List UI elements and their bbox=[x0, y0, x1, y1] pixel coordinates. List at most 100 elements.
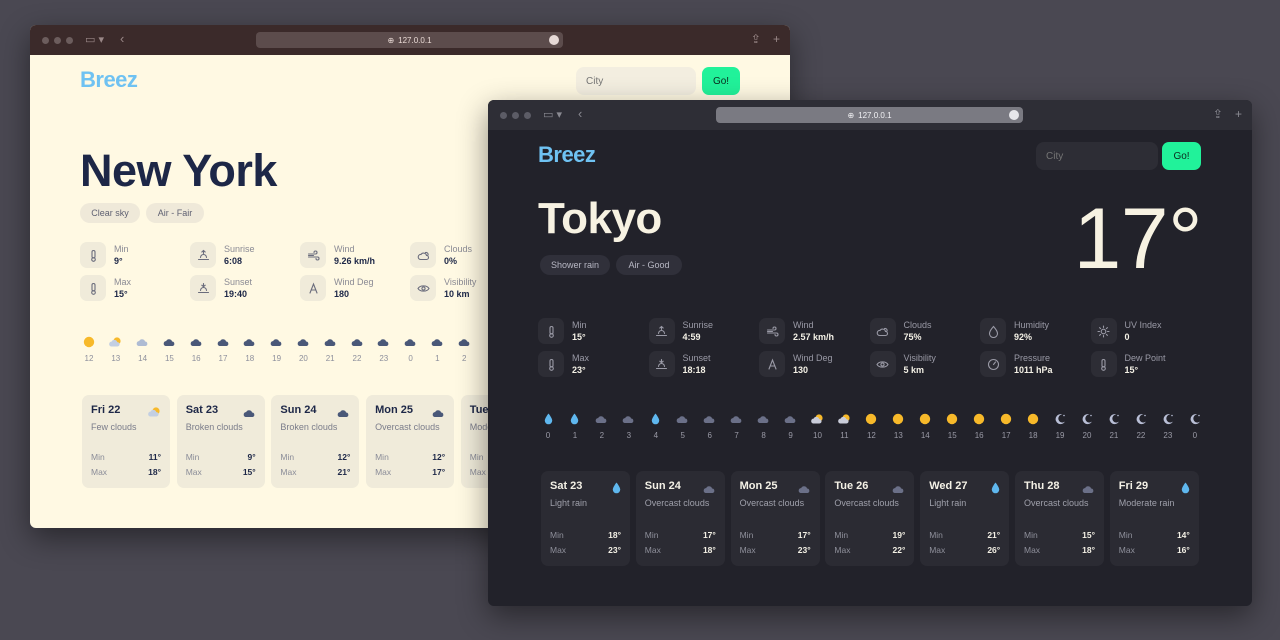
hourly-item: 14 bbox=[915, 413, 935, 440]
hour-label: 14 bbox=[920, 431, 930, 440]
hourly-item: 13 bbox=[888, 413, 908, 440]
daily-card[interactable]: Mon 25 Overcast clouds Min 12° Max 17° bbox=[366, 395, 455, 488]
sidebar-toggle-icon[interactable]: ▭ ▾ bbox=[85, 33, 104, 46]
sun-icon bbox=[969, 413, 989, 425]
minimize-dot[interactable] bbox=[54, 36, 61, 44]
stat-wind-deg: Wind Deg 130 bbox=[759, 351, 833, 377]
day-description: Overcast clouds bbox=[739, 498, 805, 508]
stat-value: 9.26 km/h bbox=[334, 256, 376, 266]
min-label: Min bbox=[929, 530, 943, 540]
city-input[interactable] bbox=[1036, 142, 1158, 170]
hour-label: 17 bbox=[1001, 431, 1011, 440]
window-controls[interactable] bbox=[42, 36, 73, 44]
daily-card[interactable]: Sun 24 Broken clouds Min 12° Max 21° bbox=[271, 395, 360, 488]
daily-card[interactable]: Sat 23 Light rain Min 18° Max 23° bbox=[541, 471, 630, 566]
minimize-dot[interactable] bbox=[512, 111, 519, 119]
city-name: Tokyo bbox=[538, 194, 662, 243]
share-icon[interactable]: ⇪ bbox=[1213, 107, 1223, 121]
zoom-dot[interactable] bbox=[66, 36, 73, 44]
cloud-icon bbox=[703, 481, 716, 499]
cloud-icon bbox=[727, 413, 747, 425]
new-tab-icon[interactable]: + bbox=[773, 32, 780, 46]
go-button[interactable]: Go! bbox=[702, 67, 740, 95]
stat-label: Sunset bbox=[224, 277, 253, 287]
stat-wind-deg: Wind Deg 180 bbox=[300, 275, 374, 301]
browser-toolbar: ▭ ▾ ‹ ⊕ 127.0.0.1 ⇪ + bbox=[488, 100, 1252, 130]
daily-card[interactable]: Mon 25 Overcast clouds Min 17° Max 23° bbox=[730, 471, 820, 566]
stat-label: UV Index bbox=[1124, 320, 1162, 330]
thermometer-icon bbox=[538, 318, 564, 344]
city-input[interactable] bbox=[576, 67, 696, 95]
back-icon[interactable]: ‹ bbox=[120, 31, 124, 46]
max-label: Max bbox=[469, 467, 486, 477]
sun-icon bbox=[915, 413, 935, 425]
stat-pressure: Pressure 1011 hPa bbox=[980, 351, 1053, 377]
hour-label: 17 bbox=[218, 354, 228, 363]
max-label: Max bbox=[1024, 545, 1041, 555]
hourly-item: 22 bbox=[1131, 413, 1151, 440]
daily-card[interactable]: Thu 28 Overcast clouds Min 15° Max 18° bbox=[1015, 471, 1104, 566]
stat-wind: Wind 2.57 km/h bbox=[759, 318, 834, 344]
daily-card[interactable]: Sun 24 Overcast clouds Min 17° Max 18° bbox=[635, 471, 725, 566]
max-label: Max bbox=[644, 545, 661, 555]
hour-label: 2 bbox=[599, 431, 605, 440]
min-temp: 21° bbox=[987, 530, 1001, 540]
max-label: Max bbox=[91, 467, 108, 477]
hour-label: 19 bbox=[272, 354, 282, 363]
stat-sunrise: Sunrise 6:08 bbox=[190, 242, 255, 268]
day-description: Broken clouds bbox=[185, 422, 243, 432]
hourly-item: 16 bbox=[969, 413, 989, 440]
daily-card[interactable]: Fri 29 Moderate rain Min 14° Max 16° bbox=[1109, 471, 1199, 566]
page-menu-icon[interactable] bbox=[1009, 110, 1019, 120]
stat-label: Max bbox=[114, 277, 132, 287]
back-icon[interactable]: ‹ bbox=[578, 106, 582, 121]
page-menu-icon[interactable] bbox=[549, 35, 559, 45]
moon-icon bbox=[1185, 413, 1205, 425]
hourly-item: 12 bbox=[861, 413, 881, 440]
day-description: Overcast clouds bbox=[644, 498, 710, 508]
stat-label: Wind bbox=[334, 244, 355, 254]
address-bar[interactable]: ⊕ 127.0.0.1 bbox=[716, 107, 1023, 123]
hourly-item: 19 bbox=[1050, 413, 1070, 440]
daily-card[interactable]: Tue 26 Overcast clouds Min 19° Max 22° bbox=[825, 471, 915, 566]
max-temp: 23° bbox=[797, 545, 811, 555]
share-icon[interactable]: ⇪ bbox=[751, 32, 761, 46]
sunrise-icon bbox=[190, 242, 216, 268]
go-button[interactable]: Go! bbox=[1162, 142, 1201, 170]
hourly-item: 20 bbox=[1077, 413, 1097, 440]
hourly-item: 20 bbox=[293, 336, 313, 363]
hour-label: 15 bbox=[947, 431, 957, 440]
hourly-item: 7 bbox=[727, 413, 747, 440]
close-dot[interactable] bbox=[500, 111, 507, 119]
address-bar[interactable]: ⊕ 127.0.0.1 bbox=[256, 32, 563, 48]
cloud-icon bbox=[592, 413, 612, 425]
cloud-icon bbox=[240, 336, 260, 348]
stat-value: 130 bbox=[793, 365, 809, 375]
daily-card[interactable]: Sat 23 Broken clouds Min 9° Max 15° bbox=[176, 395, 265, 488]
stat-dew-point: Dew Point 15° bbox=[1090, 351, 1166, 377]
hour-label: 7 bbox=[734, 431, 739, 440]
stat-value: 75% bbox=[903, 332, 922, 342]
close-dot[interactable] bbox=[42, 36, 49, 44]
stat-label: Max bbox=[572, 353, 590, 363]
zoom-dot[interactable] bbox=[524, 111, 531, 119]
cloud-icon bbox=[427, 336, 447, 348]
day-description: Light rain bbox=[929, 498, 967, 508]
stat-value: 10 km bbox=[444, 289, 470, 299]
brand-logo[interactable]: Breez bbox=[538, 142, 596, 168]
daily-card[interactable]: Fri 22 Few clouds Min 11° Max 18° bbox=[82, 395, 170, 488]
cloud-icon bbox=[186, 336, 206, 348]
hour-label: 2 bbox=[461, 354, 467, 363]
stat-clouds: Clouds 75% bbox=[869, 318, 932, 344]
cloud-icon bbox=[320, 336, 340, 348]
sidebar-toggle-icon[interactable]: ▭ ▾ bbox=[543, 108, 562, 121]
hourly-item: 3 bbox=[619, 413, 639, 440]
window-controls[interactable] bbox=[500, 111, 531, 119]
new-tab-icon[interactable]: + bbox=[1235, 107, 1242, 121]
daily-card[interactable]: Wed 27 Light rain Min 21° Max 26° bbox=[920, 471, 1010, 566]
max-temp: 23° bbox=[608, 545, 621, 555]
stat-value: 6:08 bbox=[224, 256, 243, 266]
hourly-item: 4 bbox=[646, 413, 666, 440]
cloud-icon bbox=[410, 242, 436, 268]
brand-logo[interactable]: Breez bbox=[80, 67, 138, 93]
